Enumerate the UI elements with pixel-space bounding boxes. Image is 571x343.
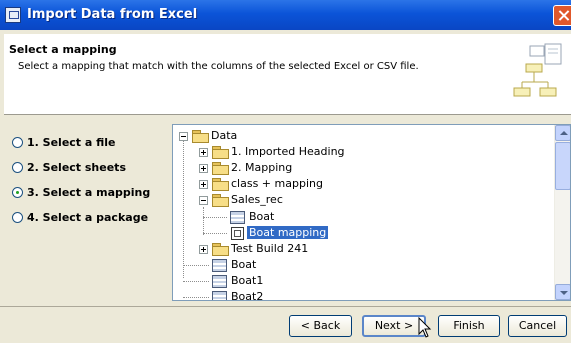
folder-icon: [212, 146, 229, 159]
tree-node-label: Boat1: [231, 274, 264, 287]
mapping-icon: [231, 227, 244, 240]
mouse-pointer-icon: [418, 317, 432, 338]
tree-connector: [183, 297, 209, 298]
expand-icon[interactable]: [199, 148, 208, 157]
tree-node-label: 1. Imported Heading: [231, 145, 345, 158]
sheet-icon: [212, 291, 227, 300]
sheet-icon: [212, 259, 227, 272]
scroll-thumb[interactable]: [555, 142, 570, 190]
tree-connector: [203, 217, 227, 218]
tree-node-label: Boat: [249, 210, 275, 223]
wizard-header: Select a mapping Select a mapping that m…: [4, 34, 571, 115]
back-button[interactable]: < Back: [289, 315, 352, 337]
wizard-diagram-icon: [513, 43, 562, 97]
scroll-down-icon[interactable]: [555, 284, 570, 300]
radio-checked-icon[interactable]: [12, 187, 23, 198]
tree-connector: [183, 281, 209, 282]
radio-icon[interactable]: [12, 212, 23, 223]
divider: [0, 306, 571, 307]
next-button[interactable]: Next >: [362, 315, 426, 337]
tree-connector: [183, 138, 184, 278]
tree-node-label: Sales_rec: [231, 193, 283, 206]
tree-node-label: 2. Mapping: [231, 161, 293, 174]
expand-icon[interactable]: [199, 164, 208, 173]
radio-icon[interactable]: [12, 162, 23, 173]
folder-icon: [212, 178, 229, 191]
folder-icon: [212, 243, 229, 256]
collapse-icon[interactable]: [199, 196, 208, 205]
step-label: 2. Select sheets: [27, 161, 126, 174]
step-label: 4. Select a package: [27, 211, 149, 224]
collapse-icon[interactable]: [179, 132, 188, 141]
header-title: Select a mapping: [9, 43, 117, 56]
tree-node-label: Data: [211, 129, 238, 142]
title-bar[interactable]: Import Data from Excel: [0, 0, 571, 30]
step-label: 1. Select a file: [27, 136, 116, 149]
step-label: 3. Select a mapping: [27, 186, 151, 199]
sheet-icon: [230, 211, 245, 224]
scroll-up-icon[interactable]: [555, 125, 570, 141]
mapping-tree[interactable]: Data 1. Imported Heading 2. Mapping clas…: [172, 124, 571, 301]
window-title: Import Data from Excel: [27, 7, 198, 22]
tree-connector: [203, 207, 204, 235]
finish-button[interactable]: Finish: [438, 315, 500, 337]
close-icon[interactable]: [553, 5, 571, 26]
import-dialog: Import Data from Excel Select a mapping …: [0, 0, 571, 343]
sheet-icon: [212, 275, 227, 288]
tree-scrollbar[interactable]: [554, 125, 570, 300]
tree-node-label: Boat2: [231, 290, 264, 301]
folder-open-icon: [192, 130, 209, 143]
tree-node-label: Boat mapping: [247, 226, 329, 239]
folder-open-icon: [212, 194, 229, 207]
radio-icon[interactable]: [12, 137, 23, 148]
tree-connector: [183, 265, 209, 266]
tree-connector: [203, 233, 227, 234]
expand-icon[interactable]: [199, 245, 208, 254]
tree-node-label: Test Build 241: [231, 242, 309, 255]
header-description: Select a mapping that match with the col…: [18, 61, 419, 72]
expand-icon[interactable]: [199, 180, 208, 189]
tree-node-label: class + mapping: [231, 177, 323, 190]
tree-node-label: Boat: [231, 258, 257, 271]
folder-icon: [212, 162, 229, 175]
app-icon: [5, 7, 21, 23]
cancel-button[interactable]: Cancel: [508, 315, 567, 337]
